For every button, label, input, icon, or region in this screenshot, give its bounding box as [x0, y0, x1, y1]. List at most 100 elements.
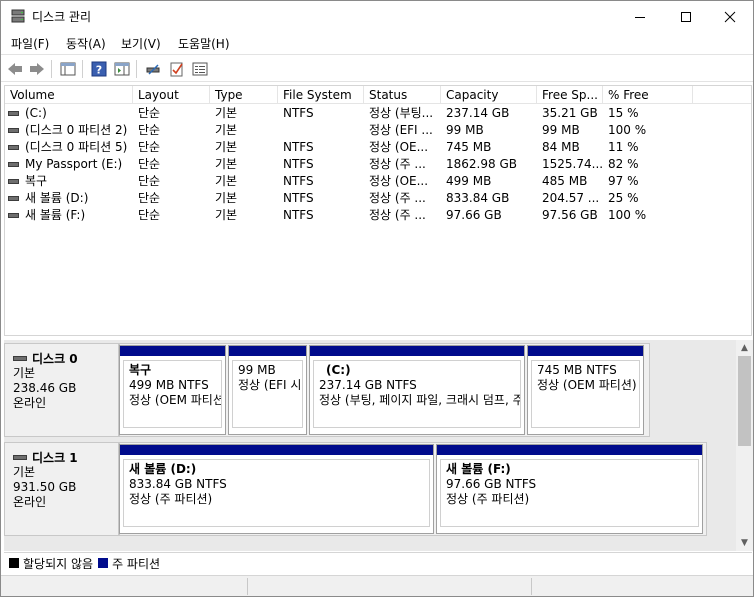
partition-status: 정상 (OEM 파티션) [537, 378, 637, 392]
partition-efi[interactable]: 99 MB 정상 (EFI 시스템 파티션) [228, 345, 307, 435]
close-icon [724, 11, 736, 22]
maximize-button[interactable] [663, 1, 709, 32]
forward-button[interactable] [27, 59, 47, 79]
table-cell-pct: 11 % [608, 140, 639, 154]
disk-0-name: 디스크 0 [32, 351, 78, 366]
connect-button[interactable] [143, 59, 163, 79]
table-row[interactable]: 새 볼륨 (D:) 단순 기본 NTFS 정상 (주 ... 833.84 GB 204.5… [5, 190, 751, 207]
partition-recovery[interactable]: 복구 499 MB NTFS 정상 (OEM 파티션) [119, 345, 226, 435]
table-cell-volume: (C:) [25, 106, 47, 120]
column-header-type[interactable]: Type [210, 86, 278, 104]
connect-icon [146, 64, 160, 75]
table-cell-status: 정상 (OE... [369, 174, 429, 188]
menu-view[interactable]: 보기(V) [121, 35, 161, 52]
volume-drive-icon [8, 128, 19, 133]
table-cell-free: 35.21 GB [542, 106, 598, 120]
disk-1-label[interactable]: 디스크 1 기본 931.50 GB 온라인 [4, 442, 119, 536]
table-row[interactable]: 새 볼륨 (F:) 단순 기본 NTFS 정상 (주 ... 97.66 GB 97.56 … [5, 207, 751, 224]
table-cell-fs: NTFS [283, 174, 314, 188]
partition-f[interactable]: 새 볼륨 (F:) 97.66 GB NTFS 정상 (주 파티션) [436, 444, 703, 534]
table-row[interactable]: 복구 단순 기본 NTFS 정상 (OE... 499 MB 485 MB 97 % [5, 173, 751, 190]
table-cell-type: 기본 [215, 191, 238, 205]
partition-oem[interactable]: 745 MB NTFS 정상 (OEM 파티션) [527, 345, 644, 435]
volume-drive-icon [8, 213, 19, 218]
table-cell-layout: 단순 [138, 191, 161, 205]
checklist-button[interactable] [167, 59, 187, 79]
scroll-down-icon[interactable]: ▼ [736, 536, 753, 550]
legend-swatch-primary [98, 558, 109, 568]
primary-partition-bar [120, 445, 433, 456]
toolbar-separator [82, 60, 83, 78]
table-cell-status: 정상 (부팅... [369, 106, 434, 120]
menu-action[interactable]: 동작(A) [66, 35, 106, 52]
status-bar [1, 575, 753, 596]
properties-button[interactable] [190, 59, 210, 79]
partition-size: 97.66 GB NTFS [446, 477, 537, 491]
partition-size: 833.84 GB NTFS [129, 477, 227, 491]
toolbar-separator [51, 60, 52, 78]
action-pane-button[interactable] [112, 59, 132, 79]
disk-1-name: 디스크 1 [32, 450, 78, 465]
volume-drive-icon [8, 111, 19, 116]
partition-d[interactable]: 새 볼륨 (D:) 833.84 GB NTFS 정상 (주 파티션) [119, 444, 434, 534]
scroll-thumb[interactable] [738, 356, 751, 446]
back-arrow-icon [8, 63, 22, 75]
help-button[interactable]: ? [89, 59, 109, 79]
partition-status: 정상 (부팅, 페이지 파일, 크래시 덤프, 주 파티션) [319, 393, 520, 407]
table-cell-volume: 새 볼륨 (F:) [25, 208, 86, 222]
partition-size: 745 MB NTFS [537, 363, 617, 377]
table-cell-fs: NTFS [283, 106, 314, 120]
column-header-file-system[interactable]: File System [278, 86, 364, 104]
menu-help[interactable]: 도움말(H) [178, 35, 230, 52]
table-cell-pct: 25 % [608, 191, 639, 205]
volume-list[interactable]: Volume Layout Type File System Status Ca… [4, 85, 752, 336]
console-tree-button[interactable] [58, 59, 78, 79]
volume-drive-icon [8, 179, 19, 184]
table-cell-pct: 15 % [608, 106, 639, 120]
table-cell-capacity: 99 MB [446, 123, 484, 137]
action-pane-icon [114, 62, 130, 76]
disk-management-window: 디스크 관리 파일(F) 동작(A) 보기(V) 도움말(H) ? Volume… [0, 0, 754, 597]
toolbar-separator [136, 60, 137, 78]
table-cell-type: 기본 [215, 157, 238, 171]
column-header-volume[interactable]: Volume [5, 86, 133, 104]
table-cell-type: 기본 [215, 106, 238, 120]
column-header-layout[interactable]: Layout [133, 86, 210, 104]
primary-partition-bar [310, 346, 524, 357]
table-cell-type: 기본 [215, 140, 238, 154]
table-cell-layout: 단순 [138, 157, 161, 171]
legend-swatch-unallocated [9, 558, 19, 568]
table-row[interactable]: My Passport (E:) 단순 기본 NTFS 정상 (주 ... 1862.98… [5, 156, 751, 173]
primary-partition-bar [120, 346, 225, 357]
table-cell-volume: My Passport (E:) [25, 157, 123, 171]
table-cell-free: 84 MB [542, 140, 580, 154]
vertical-scrollbar[interactable]: ▲ ▼ [736, 340, 753, 551]
disk-0-label[interactable]: 디스크 0 기본 238.46 GB 온라인 [4, 343, 119, 437]
table-row[interactable]: (C:) 단순 기본 NTFS 정상 (부팅... 237.14 GB 35.21 GB 15… [5, 105, 751, 122]
legend-label-unallocated: 할당되지 않음 [23, 556, 94, 571]
table-row[interactable]: (디스크 0 파티션 5) 단순 기본 NTFS 정상 (OE... 745 MB 84 M… [5, 139, 751, 156]
disk-icon [13, 355, 27, 361]
back-button[interactable] [5, 59, 25, 79]
table-cell-status: 정상 (주 ... [369, 191, 426, 205]
column-header-free-space[interactable]: Free Sp... [537, 86, 603, 104]
menu-file[interactable]: 파일(F) [11, 35, 49, 52]
column-header-status[interactable]: Status [364, 86, 441, 104]
partition-name: 새 볼륨 (F:) [446, 462, 511, 476]
table-cell-volume: (디스크 0 파티션 5) [25, 140, 128, 154]
partition-c[interactable]: (C:) 237.14 GB NTFS 정상 (부팅, 페이지 파일, 크래시 … [309, 345, 525, 435]
table-row[interactable]: (디스크 0 파티션 2) 단순 기본 정상 (EFI ... 99 MB 99 MB 10… [5, 122, 751, 139]
partition-name: 복구 [129, 363, 152, 377]
minimize-button[interactable] [617, 1, 663, 32]
column-header-capacity[interactable]: Capacity [441, 86, 537, 104]
close-button[interactable] [707, 1, 753, 32]
table-cell-type: 기본 [215, 174, 238, 188]
legend-label-primary: 주 파티션 [112, 556, 161, 571]
menu-bar: 파일(F) 동작(A) 보기(V) 도움말(H) [1, 32, 753, 54]
column-header-percent-free[interactable]: % Free [603, 86, 693, 104]
scroll-up-icon[interactable]: ▲ [736, 341, 753, 355]
svg-text:?: ? [96, 64, 102, 77]
title-bar: 디스크 관리 [1, 1, 753, 32]
table-cell-type: 기본 [215, 208, 238, 222]
table-cell-capacity: 745 MB [446, 140, 492, 154]
